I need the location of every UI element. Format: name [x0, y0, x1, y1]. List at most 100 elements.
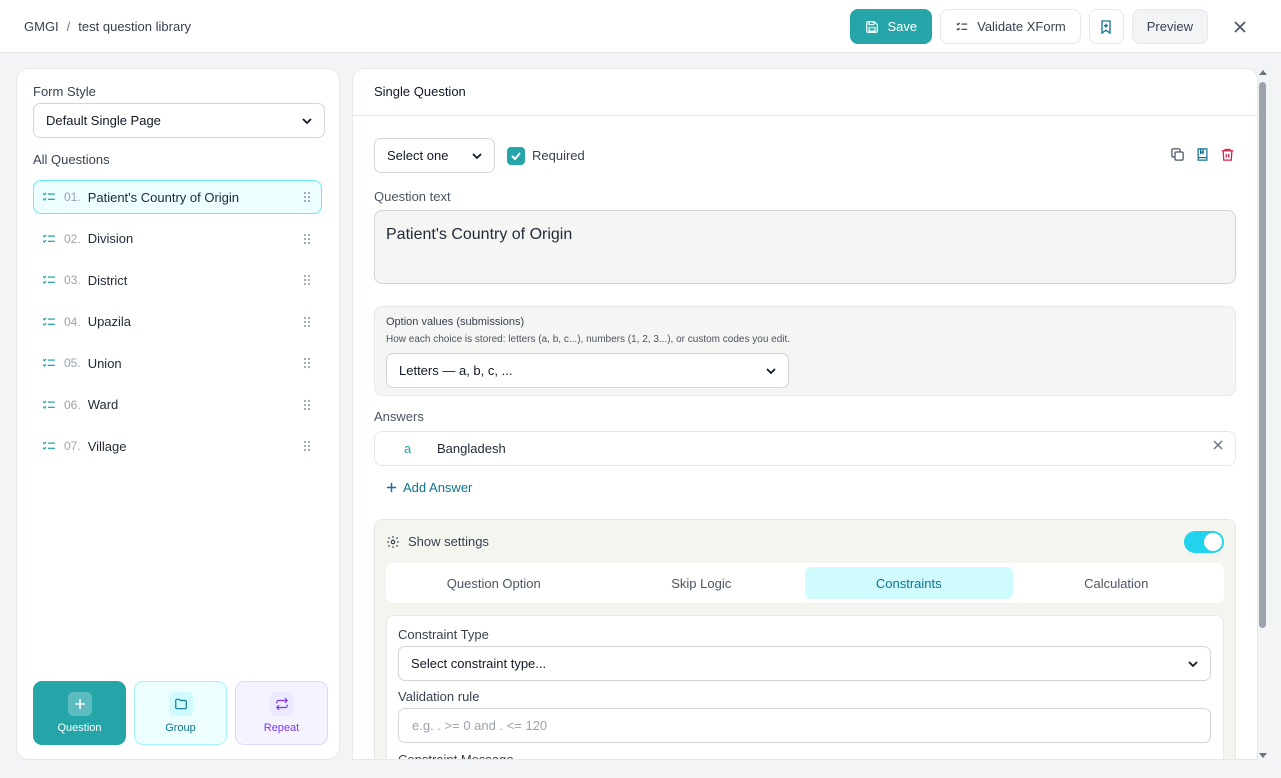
bookmark-plus-icon [1098, 19, 1114, 35]
question-tools [1170, 147, 1235, 162]
question-type-select[interactable]: Select one [374, 138, 495, 173]
close-icon[interactable] [1213, 440, 1223, 450]
answer-code[interactable]: a [404, 441, 411, 456]
scroll-up-icon[interactable] [1259, 70, 1267, 75]
question-sidebar: Form Style Default Single Page All Quest… [16, 68, 340, 760]
drag-handle-icon[interactable] [303, 399, 311, 411]
breadcrumb-library: test question library [78, 18, 192, 34]
add-question-button[interactable]: Question [33, 681, 126, 745]
question-list-item[interactable]: 02. Division [33, 222, 322, 256]
scrollbar-thumb[interactable] [1259, 82, 1266, 628]
validate-xform-button[interactable]: Validate XForm [940, 9, 1081, 44]
close-button[interactable] [1222, 9, 1257, 44]
add-group-label: Group [165, 722, 196, 734]
question-list-item[interactable]: 07. Village [33, 429, 322, 463]
breadcrumb-separator: / [66, 18, 71, 34]
constraint-type-value: Select constraint type... [411, 656, 547, 671]
drag-handle-icon[interactable] [303, 274, 311, 286]
tab-calculation[interactable]: Calculation [1013, 567, 1221, 599]
checklist-icon [955, 20, 969, 34]
question-label: Ward [87, 397, 119, 412]
chevron-down-icon [302, 116, 312, 126]
answer-label[interactable]: Bangladesh [437, 441, 506, 456]
add-answer-button[interactable]: Add Answer [386, 480, 472, 495]
drag-handle-icon[interactable] [303, 191, 311, 203]
check-icon [510, 150, 522, 162]
question-text-label: Question text [374, 189, 451, 204]
constraint-type-select[interactable]: Select constraint type... [398, 646, 1211, 681]
list-check-icon [42, 190, 56, 204]
copy-icon[interactable] [1170, 147, 1185, 162]
question-list-item[interactable]: 03. District [33, 263, 322, 297]
top-header: GMGI / test question library Save Valida… [0, 0, 1281, 53]
question-number: 04. [64, 314, 81, 329]
editor-title: Single Question [374, 84, 466, 99]
question-label: Upazila [87, 314, 132, 329]
chevron-down-icon [766, 366, 776, 376]
required-checkbox[interactable] [507, 147, 525, 165]
header-actions: Save Validate XForm Preview [850, 9, 1257, 44]
breadcrumb: GMGI / test question library [24, 19, 191, 34]
editor-scrollbar[interactable] [1258, 68, 1268, 760]
drag-handle-icon[interactable] [303, 233, 311, 245]
add-group-button[interactable]: Group [134, 681, 227, 745]
answer-row[interactable]: a Bangladesh [374, 431, 1236, 466]
plus-icon [386, 482, 397, 493]
folder-icon [168, 692, 193, 716]
save-button[interactable]: Save [850, 9, 933, 44]
question-number: 06. [64, 397, 81, 412]
add-answer-label: Add Answer [403, 480, 473, 495]
question-list-item[interactable]: 04. Upazila [33, 305, 322, 339]
scroll-down-icon[interactable] [1259, 753, 1267, 758]
preview-button-label: Preview [1146, 19, 1193, 34]
drag-handle-icon[interactable] [303, 440, 311, 452]
question-text-input[interactable]: Patient's Country of Origin [374, 210, 1236, 284]
question-number: 02. [64, 231, 81, 246]
save-button-label: Save [887, 19, 918, 34]
question-type-value: Select one [387, 148, 449, 163]
breadcrumb-org[interactable]: GMGI [24, 19, 59, 34]
tab-constraints[interactable]: Constraints [805, 567, 1013, 599]
settings-header: Show settings [386, 534, 489, 549]
divider [353, 115, 1257, 116]
question-number: 05. [64, 356, 81, 370]
question-label: District [87, 272, 128, 288]
settings-panel: Show settings Question Option Skip Logic… [374, 519, 1236, 759]
book-icon[interactable] [1195, 147, 1210, 162]
toggle-knob [1204, 533, 1222, 551]
question-label: Patient's Country of Origin [87, 189, 240, 205]
list-check-icon [42, 439, 56, 453]
trash-icon[interactable] [1220, 147, 1235, 162]
drag-handle-icon[interactable] [303, 357, 311, 369]
settings-tabs: Question Option Skip Logic Constraints C… [386, 563, 1224, 603]
list-check-icon [42, 356, 56, 370]
plus-icon [67, 692, 92, 716]
answers-label: Answers [374, 409, 424, 424]
question-list-item[interactable]: 05. Union [33, 346, 322, 380]
form-style-label: Form Style [33, 84, 96, 99]
drag-handle-icon[interactable] [303, 316, 311, 328]
question-label: Division [87, 231, 134, 246]
preview-button[interactable]: Preview [1131, 9, 1208, 44]
add-repeat-button[interactable]: Repeat [235, 681, 328, 745]
form-style-select[interactable]: Default Single Page [33, 103, 325, 138]
constraint-type-label: Constraint Type [398, 627, 489, 642]
all-questions-label: All Questions [33, 152, 110, 167]
tab-question-option[interactable]: Question Option [390, 567, 598, 599]
tab-skip-logic[interactable]: Skip Logic [598, 567, 806, 599]
option-values-select[interactable]: Letters — a, b, c, ... [386, 353, 789, 388]
question-list-item[interactable]: 01. Patient's Country of Origin [33, 180, 322, 214]
validation-rule-input[interactable]: e.g. . >= 0 and . <= 120 [398, 708, 1211, 743]
question-number: 07. [64, 439, 81, 453]
list-check-icon [42, 315, 56, 329]
show-settings-toggle[interactable] [1184, 531, 1224, 553]
add-question-label: Question [57, 722, 102, 734]
bookmark-button[interactable] [1088, 9, 1124, 44]
question-list-item[interactable]: 06. Ward [33, 388, 322, 422]
option-values-value: Letters — a, b, c, ... [399, 363, 513, 378]
form-style-value: Default Single Page [46, 113, 161, 128]
list-check-icon [42, 398, 56, 412]
repeat-icon [269, 692, 294, 716]
option-values-box: Option values (submissions) How each cho… [374, 306, 1236, 396]
list-check-icon [42, 232, 56, 246]
